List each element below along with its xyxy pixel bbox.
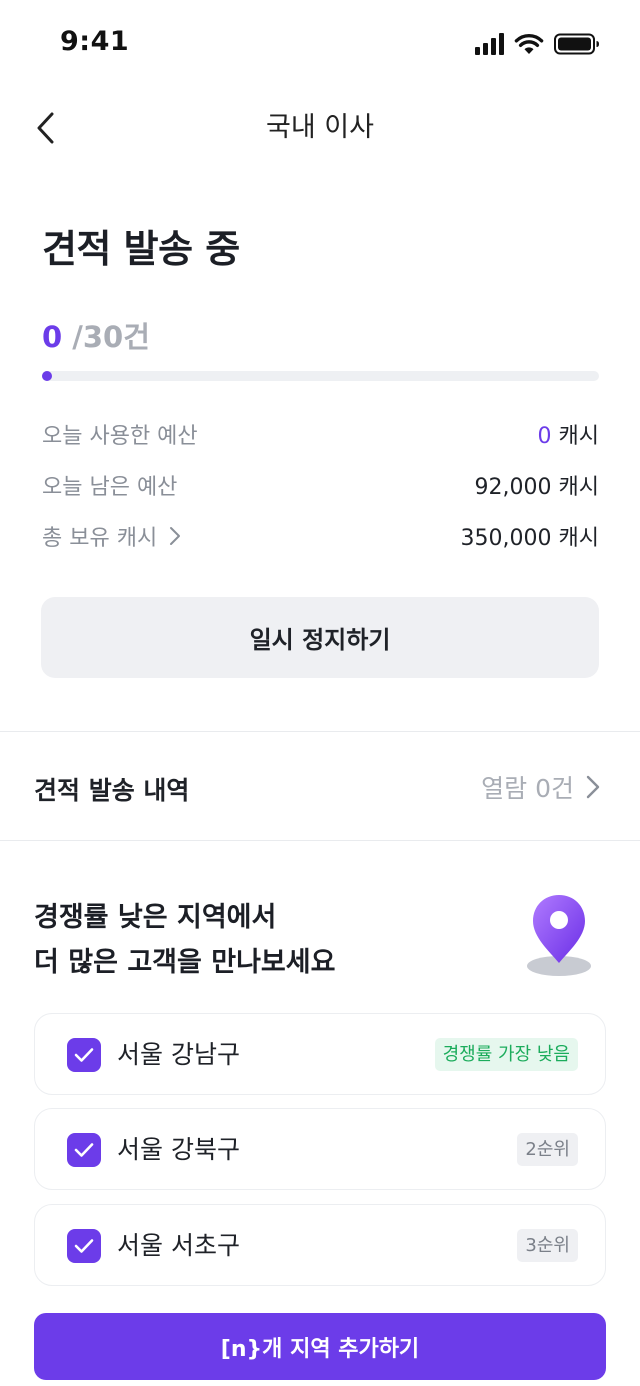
region-card-gangnam[interactable]: 서울 강남구 경쟁률 가장 낮음	[34, 1013, 606, 1095]
budget-remaining-value: 92,000 캐시	[474, 475, 599, 500]
checkmark-icon	[74, 1239, 94, 1253]
region-name: 서울 서초구	[117, 1231, 240, 1260]
budget-total-value: 350,000 캐시	[460, 526, 599, 551]
wifi-icon	[514, 33, 544, 54]
budget-remaining-row: 오늘 남은 예산 92,000 캐시	[42, 468, 599, 502]
region-checkbox[interactable]	[67, 1133, 101, 1167]
checkmark-icon	[74, 1143, 94, 1157]
promo-line-1: 경쟁률 낮은 지역에서	[34, 902, 277, 933]
budget-used-unit: 캐시	[551, 424, 600, 449]
region-name: 서울 강남구	[117, 1040, 240, 1069]
region-rank-badge: 3순위	[517, 1229, 578, 1262]
nav-title: 국내 이사	[266, 112, 374, 143]
quote-count-total: /30건	[62, 320, 150, 354]
add-regions-button[interactable]: [n}개 지역 추가하기	[34, 1313, 606, 1380]
budget-used-value: 0 캐시	[538, 418, 599, 450]
chevron-right-icon	[586, 775, 600, 799]
progress-bar-fill	[42, 371, 52, 381]
region-checkbox[interactable]	[67, 1038, 101, 1072]
quote-history-status: 열람 0건	[481, 774, 574, 803]
quote-history-label: 견적 발송 내역	[34, 776, 190, 805]
quote-count-current: 0	[42, 320, 63, 354]
budget-used-label: 오늘 사용한 예산	[42, 424, 198, 449]
budget-total-label: 총 보유 캐시	[42, 526, 158, 551]
divider	[0, 840, 640, 841]
budget-remaining-label: 오늘 남은 예산	[42, 475, 178, 500]
cellular-signal-icon	[475, 33, 504, 55]
page-heading: 견적 발송 중	[42, 227, 240, 271]
progress-bar	[42, 371, 599, 381]
budget-total-link[interactable]: 총 보유 캐시	[42, 520, 181, 552]
quote-count: 0 /30건	[42, 314, 150, 356]
region-name: 서울 강북구	[117, 1135, 240, 1164]
budget-used-amount: 0	[537, 424, 552, 449]
status-icons	[475, 30, 600, 58]
pause-button[interactable]: 일시 정지하기	[41, 597, 599, 678]
budget-used-row: 오늘 사용한 예산 0 캐시	[42, 417, 599, 451]
status-time: 9:41	[60, 26, 130, 57]
promo-heading: 경쟁률 낮은 지역에서 더 많은 고객을 만나보세요	[34, 895, 335, 985]
location-pin-icon	[527, 895, 591, 976]
region-rank-badge: 경쟁률 가장 낮음	[434, 1038, 578, 1071]
status-bar: 9:41	[0, 0, 640, 90]
region-rank-badge: 2순위	[517, 1133, 578, 1166]
promo-line-2: 더 많은 고객을 만나보세요	[34, 947, 336, 978]
budget-total-row: 총 보유 캐시 350,000 캐시	[42, 519, 599, 553]
quote-history-row[interactable]: 견적 발송 내역 열람 0건	[0, 733, 640, 840]
chevron-left-icon	[37, 112, 54, 144]
divider	[0, 731, 640, 732]
battery-icon	[554, 33, 599, 55]
back-button[interactable]	[26, 108, 66, 148]
screen: 9:41 국내 이사 견적 발송 중 0 /30건 오늘 사용한 예산 0 캐시…	[0, 0, 640, 1386]
region-checkbox[interactable]	[67, 1229, 101, 1263]
chevron-right-icon	[170, 527, 181, 545]
region-card-seocho[interactable]: 서울 서초구 3순위	[34, 1204, 606, 1286]
quote-history-status-group: 열람 0건	[481, 769, 600, 805]
region-card-gangbuk[interactable]: 서울 강북구 2순위	[34, 1108, 606, 1190]
checkmark-icon	[74, 1048, 94, 1062]
